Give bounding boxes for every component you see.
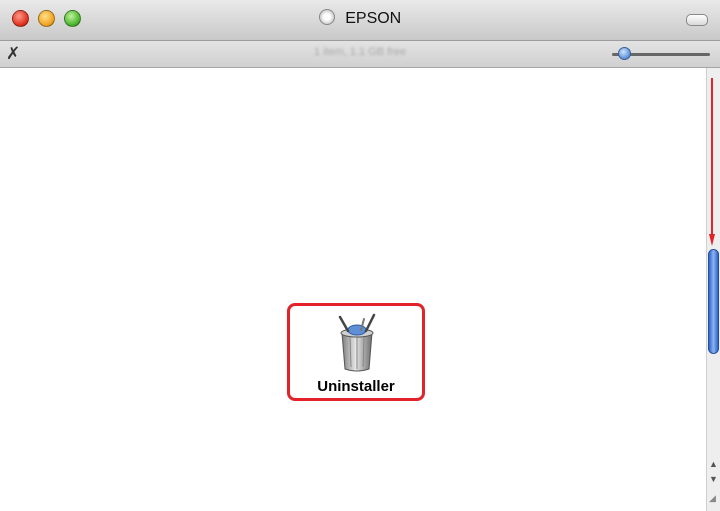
title-bar: EPSON [0, 0, 720, 41]
toolbar-toggle-button[interactable] [686, 14, 708, 26]
window-title-wrap: EPSON [0, 9, 720, 28]
trash-can-icon [338, 313, 376, 372]
callout-arrow-icon [709, 78, 715, 246]
uninstaller-item[interactable]: Uninstaller [287, 303, 425, 401]
window-title: EPSON [345, 10, 402, 27]
toolbar: ✗ 1 item, 1.1 GB free [0, 41, 720, 68]
finder-content-area: Uninstaller [0, 68, 706, 511]
scroll-down-arrow-icon[interactable]: ▼ [708, 473, 719, 486]
icon-size-slider-knob[interactable] [618, 47, 631, 60]
scrollbar-thumb[interactable] [708, 249, 719, 354]
disk-icon [318, 9, 335, 25]
scroll-up-arrow-icon[interactable]: ▲ [708, 458, 719, 471]
tools-icon[interactable]: ✗ [6, 44, 20, 64]
status-text: 1 item, 1.1 GB free [313, 46, 407, 58]
resize-grip-icon[interactable]: ◢ [709, 493, 719, 503]
item-label: Uninstaller [317, 378, 395, 395]
